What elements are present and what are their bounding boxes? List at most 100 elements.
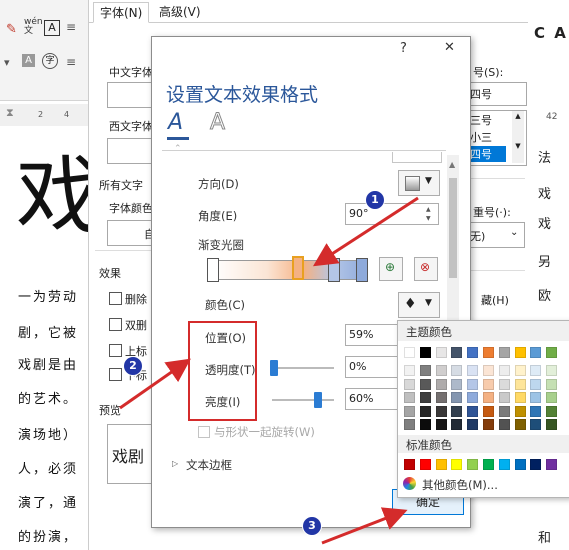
enclose-char-icon[interactable]: 字	[42, 53, 58, 69]
theme-shade-swatch[interactable]	[546, 419, 558, 430]
size-option-selected[interactable]: 四号	[470, 146, 506, 162]
theme-shade-swatch[interactable]	[435, 365, 447, 376]
theme-shade-swatch[interactable]	[419, 419, 431, 430]
theme-shade-swatch[interactable]	[467, 378, 479, 390]
gradient-stop-selected[interactable]	[292, 256, 304, 280]
spinner-icon[interactable]: ▲ ▼	[426, 205, 431, 223]
theme-color-swatch[interactable]	[546, 347, 558, 358]
theme-color-swatch[interactable]	[530, 347, 542, 358]
standard-color-swatch[interactable]	[498, 459, 510, 470]
theme-shade-swatch[interactable]	[451, 405, 463, 417]
theme-color-swatch[interactable]	[483, 347, 494, 358]
theme-shade-swatch[interactable]	[498, 392, 510, 403]
position-input[interactable]: 59%	[345, 324, 401, 346]
theme-shade-swatch[interactable]	[483, 392, 494, 403]
standard-color-swatch[interactable]	[467, 459, 479, 470]
standard-color-swatch[interactable]	[419, 459, 431, 470]
theme-shade-swatch[interactable]	[467, 392, 479, 403]
dropdown-icon[interactable]: ▾	[4, 56, 10, 69]
theme-shade-swatch[interactable]	[483, 419, 494, 430]
standard-color-swatch[interactable]	[404, 459, 415, 470]
brightness-input[interactable]: 60%	[345, 388, 401, 410]
theme-shade-swatch[interactable]	[514, 419, 526, 430]
theme-shade-swatch[interactable]	[546, 405, 558, 417]
chinese-font-select[interactable]	[107, 82, 153, 108]
font-size-input[interactable]: 四号	[469, 82, 527, 106]
theme-shade-swatch[interactable]	[435, 405, 447, 417]
size-option[interactable]: 小三	[470, 129, 492, 145]
theme-shade-swatch[interactable]	[435, 378, 447, 390]
brightness-slider-track[interactable]	[272, 399, 334, 401]
checkbox-strikethrough[interactable]	[109, 292, 122, 305]
theme-shade-swatch[interactable]	[498, 419, 510, 430]
theme-shade-swatch[interactable]	[404, 365, 415, 376]
theme-shade-swatch[interactable]	[419, 392, 431, 403]
theme-shade-swatch[interactable]	[514, 365, 526, 376]
transparency-input[interactable]: 0%	[345, 356, 401, 378]
theme-shade-swatch[interactable]	[483, 365, 494, 376]
theme-shade-swatch[interactable]	[404, 419, 415, 430]
theme-shade-swatch[interactable]	[498, 378, 510, 390]
theme-shade-swatch[interactable]	[498, 405, 510, 417]
theme-color-swatch[interactable]	[404, 347, 415, 358]
theme-color-swatch[interactable]	[419, 347, 431, 358]
ribbon-align-icon[interactable]: ≡	[66, 55, 76, 69]
font-size-list[interactable]: 三号 小三 四号 ▲ ▼	[469, 110, 527, 166]
theme-shade-swatch[interactable]	[451, 419, 463, 430]
theme-shade-swatch[interactable]	[451, 378, 463, 390]
standard-color-swatch[interactable]	[451, 459, 463, 470]
theme-shade-swatch[interactable]	[451, 392, 463, 403]
theme-shade-swatch[interactable]	[514, 392, 526, 403]
transparency-slider-thumb[interactable]	[270, 360, 278, 376]
char-shading-icon[interactable]: A	[22, 54, 35, 67]
phonetic-guide-icon[interactable]: wén 文	[24, 18, 43, 36]
theme-shade-swatch[interactable]	[530, 365, 542, 376]
checkbox-subscript[interactable]	[109, 368, 122, 381]
theme-shade-swatch[interactable]	[530, 419, 542, 430]
theme-shade-swatch[interactable]	[514, 405, 526, 417]
standard-color-swatch[interactable]	[483, 459, 494, 470]
theme-shade-swatch[interactable]	[546, 392, 558, 403]
theme-shade-swatch[interactable]	[498, 365, 510, 376]
standard-color-swatch[interactable]	[546, 459, 558, 470]
emphasis-select[interactable]: 无) ⌄	[469, 222, 525, 248]
theme-shade-swatch[interactable]	[451, 365, 463, 376]
gradient-stop-1[interactable]	[207, 258, 219, 282]
theme-shade-swatch[interactable]	[435, 392, 447, 403]
theme-shade-swatch[interactable]	[467, 405, 479, 417]
standard-color-swatch[interactable]	[435, 459, 447, 470]
expand-chevron-icon[interactable]: ▷	[172, 459, 178, 468]
checkbox-superscript[interactable]	[109, 344, 122, 357]
close-button[interactable]: ✕	[444, 40, 455, 55]
theme-shade-swatch[interactable]	[419, 378, 431, 390]
theme-color-swatch[interactable]	[498, 347, 510, 358]
char-border-icon[interactable]: A	[44, 20, 60, 36]
tab-advanced[interactable]: 高级(V)	[153, 2, 207, 21]
pane-scrollbar-thumb[interactable]	[449, 178, 457, 278]
standard-color-swatch[interactable]	[530, 459, 542, 470]
theme-shade-swatch[interactable]	[530, 405, 542, 417]
checkbox-double-strikethrough[interactable]	[109, 318, 122, 331]
theme-shade-swatch[interactable]	[419, 365, 431, 376]
theme-shade-swatch[interactable]	[419, 405, 431, 417]
theme-shade-swatch[interactable]	[530, 392, 542, 403]
theme-shade-swatch[interactable]	[530, 378, 542, 390]
angle-input[interactable]: 90° ▲ ▼	[345, 203, 439, 225]
direction-dropdown[interactable]: ▼	[398, 170, 440, 196]
scroll-up-icon[interactable]: ▲	[449, 160, 455, 169]
eraser-icon[interactable]: ✎	[6, 22, 17, 37]
transparency-slider-track[interactable]	[272, 367, 334, 369]
theme-color-swatch[interactable]	[435, 347, 447, 358]
more-colors-item[interactable]: 其他颜色(M)...	[422, 477, 498, 493]
ribbon-more-icon[interactable]: ≡	[66, 20, 76, 34]
text-outline-tab-icon[interactable]: A	[209, 110, 225, 136]
text-fill-tab-icon[interactable]: A	[168, 110, 183, 135]
theme-color-swatch[interactable]	[467, 347, 479, 358]
theme-color-swatch[interactable]	[514, 347, 526, 358]
document-area[interactable]: 戏 一为劳动 剧，它被 戏剧是由 的艺术。 演场地） 人，必须 演了，通 的扮演…	[0, 126, 100, 550]
theme-shade-swatch[interactable]	[546, 365, 558, 376]
theme-shade-swatch[interactable]	[483, 378, 494, 390]
theme-shade-swatch[interactable]	[435, 419, 447, 430]
indent-marker-icon[interactable]: ⧗	[6, 106, 14, 120]
theme-shade-swatch[interactable]	[467, 419, 479, 430]
